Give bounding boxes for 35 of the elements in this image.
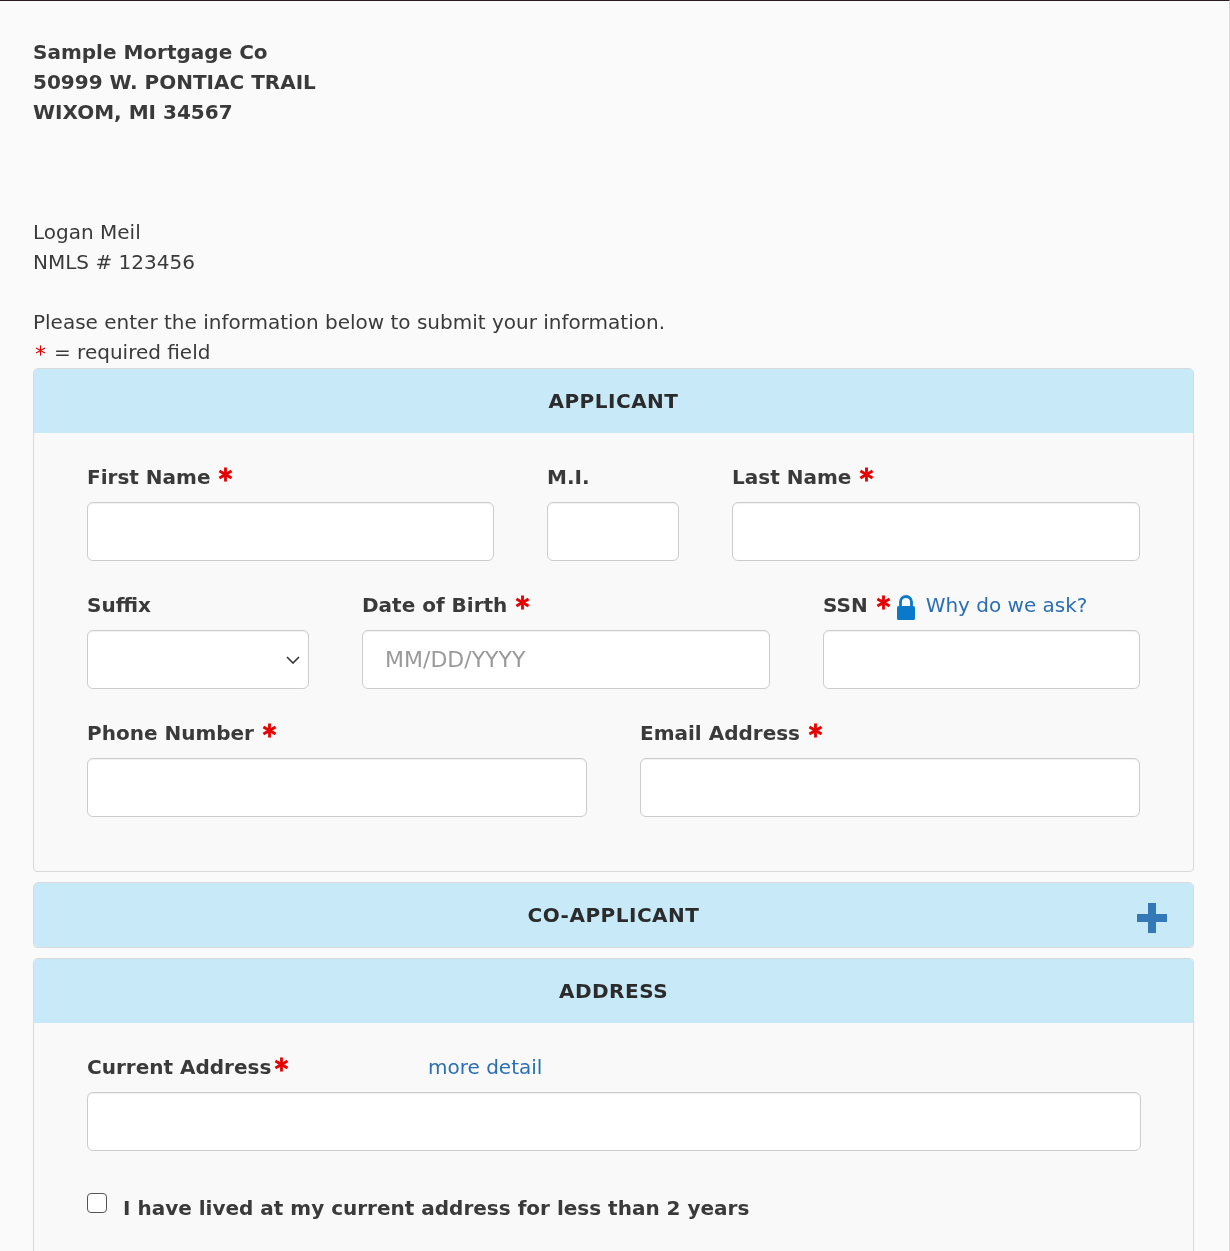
checkbox-label: I have lived at my current address for less than 2 years bbox=[123, 1195, 750, 1222]
input-field[interactable] bbox=[732, 502, 1140, 561]
field-label: First Name bbox=[87, 464, 211, 491]
required-legend: = required field bbox=[54, 337, 211, 367]
input-field[interactable] bbox=[547, 502, 679, 561]
why-do-we-ask-link[interactable]: Why do we ask? bbox=[925, 591, 1088, 619]
field-label: Last Name bbox=[732, 464, 852, 491]
company-address: WIXOM, MI 34567 bbox=[33, 99, 233, 126]
suffix-dropdown[interactable] bbox=[87, 630, 309, 689]
input-field[interactable] bbox=[87, 1092, 1141, 1151]
checkbox[interactable] bbox=[87, 1193, 107, 1213]
chevron-down-icon bbox=[286, 655, 300, 664]
field-label: Email Address bbox=[640, 720, 801, 747]
asterisk-icon bbox=[35, 345, 46, 356]
input-field[interactable]: MM/DD/YYYY bbox=[362, 630, 770, 689]
input-field[interactable] bbox=[87, 758, 587, 817]
field-label: SSN bbox=[823, 592, 868, 619]
company-name: Sample Mortgage Co bbox=[33, 39, 268, 66]
input-field[interactable] bbox=[823, 630, 1140, 689]
more-detail-link[interactable]: more detail bbox=[428, 1053, 543, 1081]
nmls-number: NMLS # 123456 bbox=[33, 249, 195, 276]
section-header[interactable]: APPLICANT bbox=[34, 369, 1193, 433]
loan-officer-name: Logan Meil bbox=[33, 219, 141, 246]
input-field[interactable] bbox=[87, 502, 494, 561]
input-field[interactable] bbox=[640, 758, 1140, 817]
field-label: Phone Number bbox=[87, 720, 254, 747]
section-header[interactable]: ADDRESS bbox=[34, 959, 1193, 1023]
lock-icon bbox=[896, 594, 915, 620]
company-address: 50999 W. PONTIAC TRAIL bbox=[33, 69, 316, 96]
field-label: Suffix bbox=[87, 592, 151, 619]
instructions-text: Please enter the information below to submit your information. bbox=[33, 309, 666, 336]
field-label: M.I. bbox=[547, 464, 590, 491]
field-label: Current Address bbox=[87, 1054, 272, 1081]
field-label: Date of Birth bbox=[362, 592, 508, 619]
section-header[interactable]: CO-APPLICANT bbox=[34, 883, 1193, 947]
